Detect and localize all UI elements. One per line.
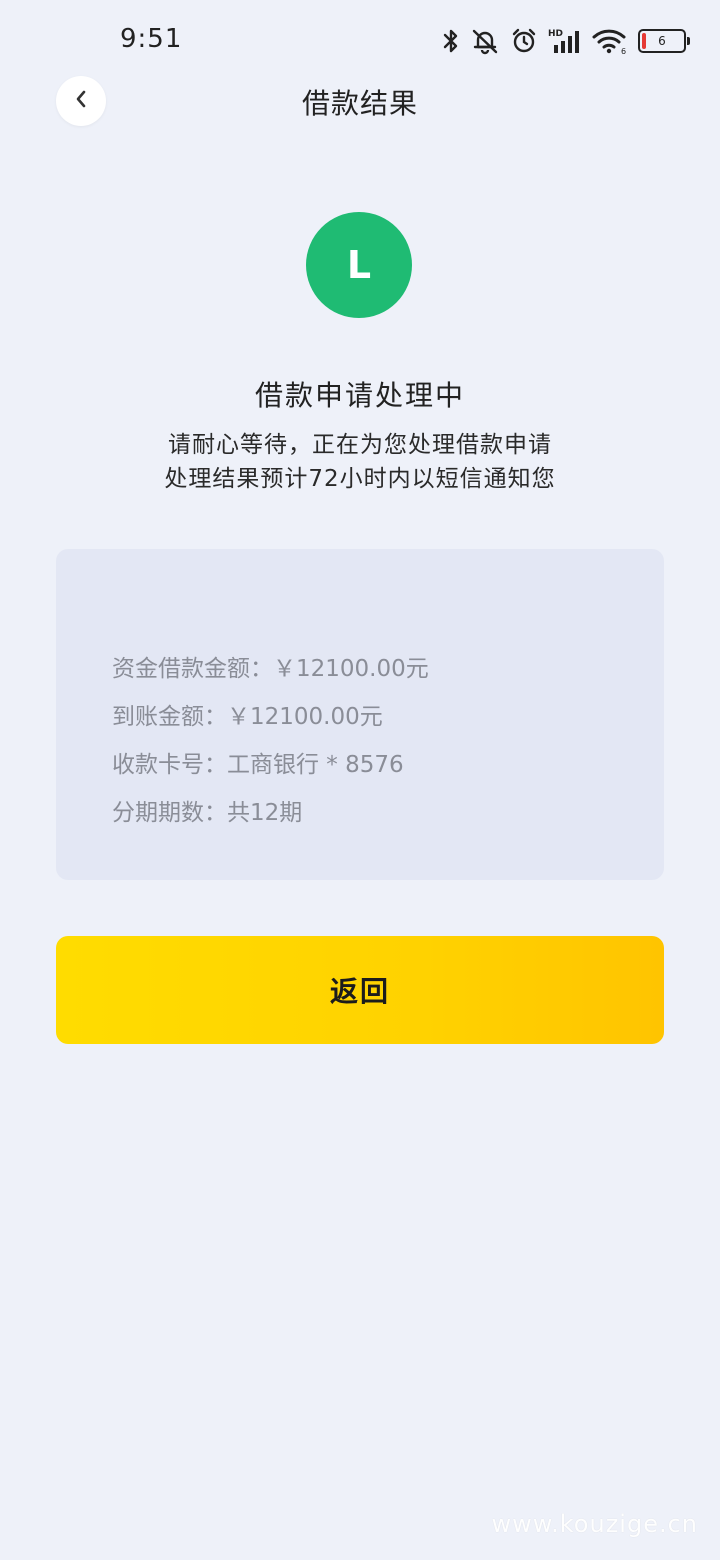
loan-info-list: 资金借款金额：￥12100.00元 到账金额：￥12100.00元 收款卡号：工… (112, 645, 429, 837)
status-icons: HD 6 6 (442, 24, 690, 58)
battery-icon: 6 (638, 29, 690, 53)
wifi-label: 6 (621, 47, 626, 55)
result-description-line-2: 处理结果预计72小时内以短信通知您 (164, 466, 556, 492)
loan-info-card: 资金借款金额：￥12100.00元 到账金额：￥12100.00元 收款卡号：工… (56, 549, 664, 880)
watermark: www.kouzige.cn (491, 1510, 698, 1538)
status-bar: 9:51 HD 6 6 (0, 0, 720, 80)
return-button[interactable]: 返回 (56, 936, 664, 1044)
info-row-loan-amount: 资金借款金额：￥12100.00元 (112, 656, 429, 682)
bluetooth-icon (442, 27, 460, 55)
status-icon-letter: L (346, 243, 372, 287)
notifications-muted-icon (470, 27, 500, 55)
battery-level: 6 (658, 34, 666, 48)
result-description-line-1: 请耐心等待，正在为您处理借款申请 (168, 432, 552, 458)
status-icon: L (306, 212, 412, 318)
status-time: 9:51 (120, 24, 183, 54)
info-row-received-amount: 到账金额：￥12100.00元 (112, 704, 383, 730)
info-row-card-number: 收款卡号：工商银行 * 8576 (112, 752, 404, 778)
battery-fill (642, 33, 646, 49)
wifi-icon: 6 (592, 27, 628, 55)
alarm-icon (510, 27, 538, 55)
info-row-installments: 分期期数：共12期 (112, 800, 303, 826)
result-description: 请耐心等待，正在为您处理借款申请 处理结果预计72小时内以短信通知您 (0, 428, 720, 496)
hd-label: HD (548, 29, 563, 39)
page-title: 借款结果 (301, 87, 418, 120)
result-title: 借款申请处理中 (254, 379, 465, 412)
hd-signal-icon: HD (548, 27, 582, 55)
